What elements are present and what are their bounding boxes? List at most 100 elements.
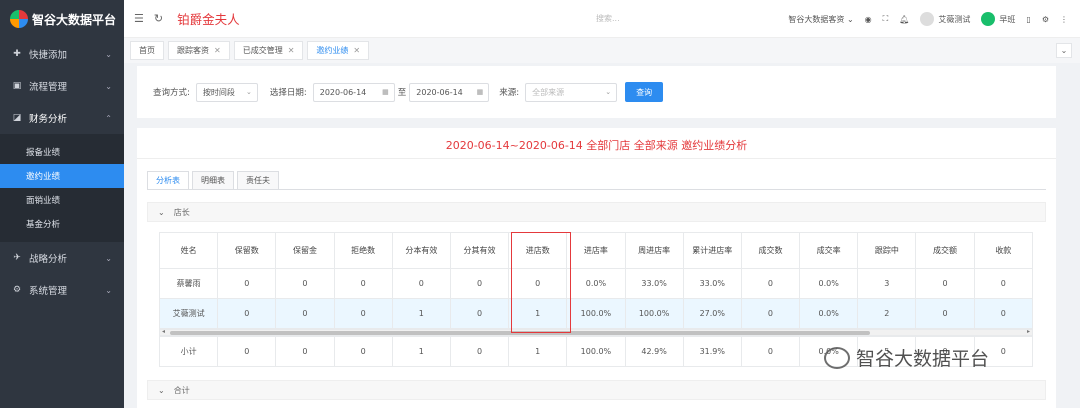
table-cell: 0 [275, 268, 335, 299]
table-cell: 0 [275, 336, 335, 367]
close-icon[interactable]: ✕ [288, 46, 295, 55]
chevron-down-icon: ⌄ [105, 81, 112, 91]
settings-icon[interactable]: ⚙ [1042, 15, 1049, 24]
table-cell: 0 [973, 268, 1034, 299]
table-cell: 小计 [158, 336, 219, 367]
chevron-down-icon: ⌄ [158, 385, 165, 395]
tab-follow[interactable]: 跟踪客资 ✕ [168, 41, 230, 60]
flow-icon: ▣ [12, 81, 22, 91]
subtab-detail[interactable]: 明细表 [192, 171, 234, 190]
table-cell: 1 [508, 298, 568, 329]
sidebar-item-quick-add[interactable]: ✚ 快捷添加 ⌄ [0, 38, 124, 70]
query-mode-value: 按时间段 [202, 87, 235, 97]
sidebar-item-strategy[interactable]: ✈ 战略分析 ⌄ [0, 242, 124, 274]
sidebar-item-flow[interactable]: ▣ 流程管理 ⌄ [0, 70, 124, 102]
tab-bar: 首页 跟踪客资 ✕ 已成交管理 ✕ 邀约业绩 ✕ ⌄ [124, 38, 1080, 63]
sidebar-item-label: 流程管理 [29, 82, 68, 93]
table-cell: 0 [333, 298, 393, 329]
finance-icon: ◪ [12, 113, 22, 123]
column-header: 姓名 [158, 232, 219, 269]
store-label: 智谷大数据客资 [788, 14, 845, 24]
plus-icon: ✚ [13, 49, 21, 59]
sidebar-sub-item-fund[interactable]: 基金分析 [0, 212, 124, 236]
shift-status[interactable]: 早班 [981, 12, 1015, 26]
query-mode-select[interactable]: 按时间段 ⌄ [195, 82, 258, 102]
table-cell: 0 [973, 298, 1034, 329]
table-cell: 0 [391, 268, 451, 299]
column-header: 收款 [973, 232, 1034, 269]
scroll-left-icon[interactable]: ◂ [162, 328, 165, 335]
filter-bar: 查询方式: 按时间段 ⌄ 选择日期: 2020-06-14 ▦ 至 2020-0… [137, 66, 1056, 118]
calendar-icon: ▦ [382, 88, 389, 96]
top-bar: ☰ ↻ 铂爵金夫人 搜索... 智谷大数据客资 ⌄ ◉ ⛶ 🔔︎ 艾薇测试 早班… [124, 0, 1080, 38]
table-cell: 0 [449, 336, 510, 367]
query-button[interactable]: 查询 [625, 82, 664, 102]
date-label: 选择日期: [269, 88, 307, 98]
table-cell: 100.0% [566, 298, 626, 329]
user-name: 艾薇测试 [938, 14, 971, 24]
chevron-down-icon: ⌄ [158, 207, 165, 217]
date-from-input[interactable]: 2020-06-14 ▦ [312, 82, 395, 102]
tab-closed-deals[interactable]: 已成交管理 ✕ [233, 41, 304, 60]
phone-icon[interactable]: ▯ [1026, 15, 1030, 24]
search-input[interactable]: 搜索... [596, 13, 620, 24]
table-row[interactable]: 蔡馨雨 0 0 0 0 0 0 0.0% 33.0% 33.0% 0 0.0% 3 0 0 [158, 268, 1034, 299]
column-header: 跟踪中 [857, 232, 917, 269]
sidebar-sub-item-invite[interactable]: 邀约业绩 [0, 164, 124, 188]
shift-label: 早班 [999, 14, 1016, 24]
table-cell: 27.0% [682, 298, 742, 329]
tab-invite-performance[interactable]: 邀约业绩 ✕ [307, 41, 370, 60]
user-menu[interactable]: 艾薇测试 [920, 12, 970, 26]
subtab-analysis[interactable]: 分析表 [147, 171, 189, 190]
source-placeholder: 全部来源 [532, 87, 565, 97]
logo-text: 智谷大数据平台 [32, 12, 117, 27]
tab-home[interactable]: 首页 [130, 41, 164, 60]
report-subtabs: 分析表 明细表 责任夫 [147, 171, 279, 190]
source-label: 来源: [499, 88, 520, 98]
table-cell: 0 [449, 268, 510, 299]
target-icon[interactable]: ◉ [865, 15, 872, 24]
section-store-manager-header[interactable]: ⌄ 店长 [147, 202, 1046, 222]
date-to-input[interactable]: 2020-06-14 ▦ [409, 82, 490, 102]
chevron-down-icon[interactable]: ⌄ [1056, 43, 1072, 58]
subtab-responsible[interactable]: 责任夫 [237, 171, 279, 190]
menu-collapse-icon[interactable]: ☰ [134, 12, 144, 25]
date-to-value: 2020-06-14 [416, 87, 463, 97]
column-header: 成交率 [799, 232, 859, 269]
sidebar-sub-item-report[interactable]: 报备业绩 [0, 140, 124, 164]
scroll-right-icon[interactable]: ▸ [1027, 328, 1030, 335]
sidebar-sub-item-sales[interactable]: 面销业绩 [0, 188, 124, 212]
sidebar-item-label: 系统管理 [29, 286, 68, 297]
table-row[interactable]: 艾薇测试 0 0 0 1 0 1 100.0% 100.0% 27.0% 0 0.0% 2 0 0 [158, 298, 1034, 329]
column-header: 进店数 [508, 232, 568, 269]
table-cell: 0.0% [566, 268, 626, 299]
close-icon[interactable]: ✕ [214, 46, 221, 55]
chevron-down-icon: ⌄ [246, 88, 252, 96]
section-total-header[interactable]: ⌄ 合计 [147, 380, 1046, 400]
sidebar: 智谷大数据平台 ✚ 快捷添加 ⌄ ▣ 流程管理 ⌄ ◪ 财务分析 ⌃ 报备业绩 … [0, 0, 124, 408]
bell-icon[interactable]: 🔔︎ [899, 15, 909, 24]
chevron-down-icon: ⌄ [605, 88, 612, 96]
source-select[interactable]: 全部来源 ⌄ [525, 82, 618, 102]
refresh-icon[interactable]: ↻ [154, 12, 163, 25]
more-icon[interactable]: ⋮ [1060, 15, 1068, 24]
sidebar-item-system[interactable]: ⚙ 系统管理 ⌄ [0, 274, 124, 306]
report-title: 2020-06-14~2020-06-14 全部门店 全部来源 邀约业绩分析 [445, 139, 748, 152]
fullscreen-icon[interactable]: ⛶ [883, 14, 889, 24]
calendar-icon: ▦ [476, 88, 484, 96]
avatar [920, 12, 935, 26]
table-cell: 3 [857, 268, 917, 299]
watermark-text: 智谷大数据平台 [856, 348, 990, 370]
close-icon[interactable]: ✕ [353, 46, 360, 55]
sidebar-item-finance[interactable]: ◪ 财务分析 ⌃ [0, 102, 124, 134]
horizontal-scrollbar[interactable]: ◂ ▸ [159, 328, 1033, 336]
app-logo[interactable]: 智谷大数据平台 [0, 0, 124, 38]
store-select[interactable]: 智谷大数据客资 ⌄ [788, 14, 853, 25]
table-cell: 0 [217, 298, 277, 329]
scrollbar-thumb[interactable] [170, 331, 870, 335]
plane-icon: ✈ [13, 253, 21, 263]
chevron-up-icon: ⌃ [105, 113, 112, 123]
tab-label: 邀约业绩 [316, 46, 349, 55]
table-cell: 0 [217, 268, 277, 299]
table-cell: 0 [449, 298, 510, 329]
